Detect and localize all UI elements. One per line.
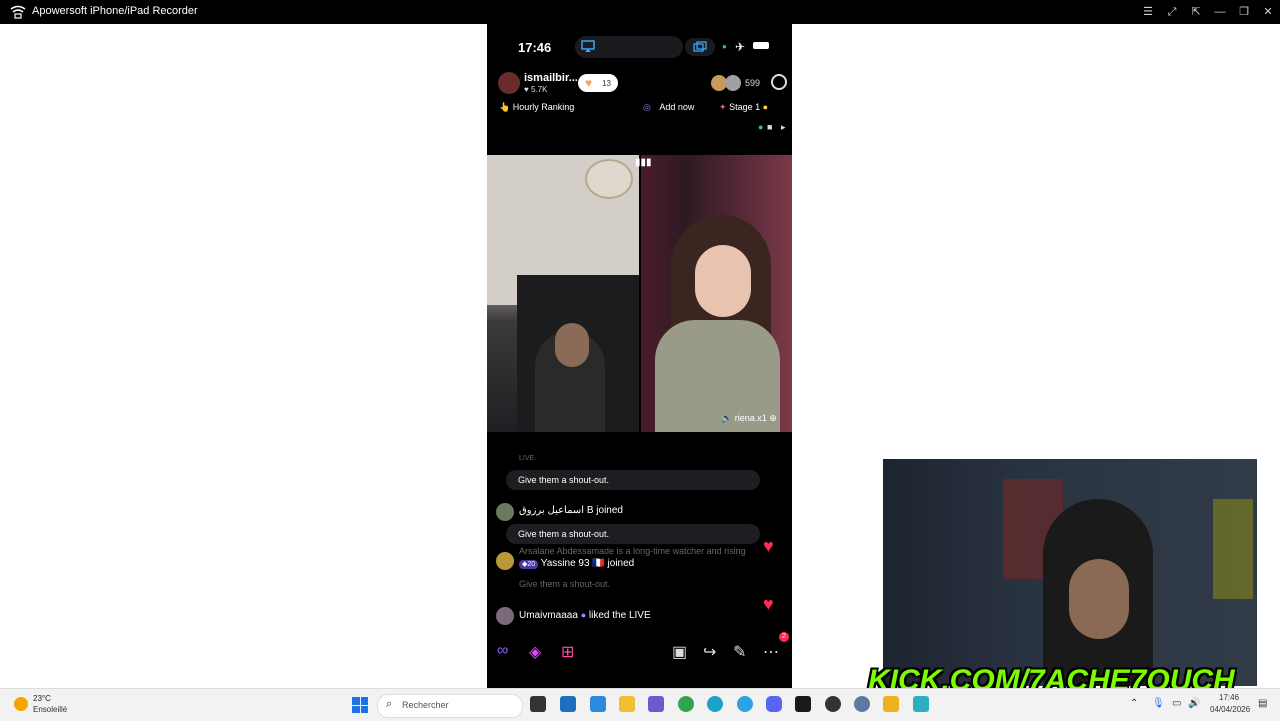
- network-icon[interactable]: ▭: [1172, 698, 1181, 709]
- host-video[interactable]: [487, 155, 639, 432]
- edit-icon[interactable]: ✎: [733, 642, 746, 662]
- active-dot-icon: ●: [722, 42, 727, 51]
- search-input[interactable]: ⌕ Rechercher: [377, 694, 523, 718]
- screen-share-icon: [693, 41, 707, 52]
- terminal-icon[interactable]: [795, 696, 811, 712]
- restore-button[interactable]: ❐: [1235, 3, 1253, 21]
- chat-avatar: [496, 607, 514, 625]
- chat-avatar: [496, 503, 514, 521]
- decorative-plate: [585, 159, 633, 199]
- camera-icon[interactable]: ■: [767, 122, 772, 132]
- mic-icon[interactable]: 🎙: [1152, 698, 1165, 709]
- chat-line-faded: Arsalane Abdessamade is a long-time watc…: [519, 546, 746, 556]
- chat-line: ◆20 Yassine 93 🇫🇷 joined: [519, 558, 634, 569]
- sun-icon[interactable]: [14, 697, 28, 711]
- like-heart-icon: ♥: [763, 594, 774, 614]
- recorder-app-icon: [10, 5, 26, 19]
- chat-pill: Give them a shout-out.: [506, 524, 760, 544]
- window-title: Apowersoft iPhone/iPad Recorder: [32, 5, 198, 17]
- taskbar-date[interactable]: 04/04/2026: [1210, 705, 1250, 714]
- guest-name-tag[interactable]: 🔈 riena.x1 ⊕: [721, 413, 777, 424]
- viewer-avatar[interactable]: [725, 75, 741, 91]
- level-badge: ◆20: [519, 560, 539, 569]
- multiguest-icon[interactable]: ◈: [529, 642, 541, 662]
- list-icon[interactable]: ☰: [1139, 3, 1157, 21]
- outlook-icon[interactable]: [590, 696, 606, 712]
- host-likes: ♥ 5.7K: [524, 85, 548, 94]
- close-button[interactable]: ✕: [1259, 3, 1277, 21]
- power-icon[interactable]: [771, 74, 787, 90]
- weather-temp[interactable]: 23°C: [33, 694, 51, 703]
- live-controls: ∞ ◈ ⊞ ▣ ↪ ✎ ⋯: [487, 638, 792, 668]
- webcam-overlay: [883, 459, 1257, 686]
- taskbar: 23°C Ensoleillé ⌕ Rechercher ⌃ 🎙 ▭ 🔊 17:…: [0, 688, 1280, 721]
- taskview-icon[interactable]: [530, 696, 546, 712]
- gift-icon: ●: [762, 102, 769, 112]
- settings-icon[interactable]: [854, 696, 870, 712]
- notification-badge: 2: [779, 632, 789, 642]
- audio-visualizer-icon: ▮▮▮: [635, 157, 652, 168]
- folder-icon[interactable]: [619, 696, 635, 712]
- share-icon[interactable]: ↪: [703, 642, 716, 662]
- warning-icon[interactable]: [883, 696, 899, 712]
- stage-indicator[interactable]: ✦ Stage 1 ●: [719, 102, 768, 113]
- expand-icon[interactable]: ⤢: [1163, 3, 1181, 21]
- chevron-right-icon[interactable]: ▸: [781, 122, 786, 133]
- dynamic-island: [575, 36, 683, 58]
- purple-badge-icon: ●: [580, 610, 587, 620]
- telegram-icon[interactable]: [737, 696, 753, 712]
- notification-icon[interactable]: ▤: [1258, 698, 1267, 709]
- chat-line-faded: Give them a shout-out.: [519, 579, 611, 589]
- host-avatar[interactable]: [498, 72, 520, 94]
- start-button[interactable]: [352, 697, 368, 713]
- teams-icon[interactable]: [648, 696, 664, 712]
- stage-icon: ✦: [719, 102, 727, 112]
- like-heart-icon: ♥: [763, 536, 774, 556]
- obs-icon[interactable]: [825, 696, 841, 712]
- search-icon: ⌕: [386, 698, 393, 710]
- phone-screen: 17:46 ● ✈ ismailbir... ♥ 5.7K ♥ 13 599 👆…: [487, 24, 792, 688]
- live-dot-icon: ●: [758, 122, 764, 132]
- chat-line: Umaivmaaaa ● liked the LIVE: [519, 610, 651, 621]
- status-time: 17:46: [518, 40, 552, 55]
- battery-icon: [753, 42, 769, 49]
- volume-icon[interactable]: 🔊: [1188, 698, 1200, 709]
- film-icon[interactable]: ▣: [672, 642, 687, 662]
- screen-mirror-icon: [581, 40, 595, 52]
- follow-count: 13: [602, 79, 611, 88]
- heart-icon: ♥: [585, 76, 593, 90]
- window-title-bar: Apowersoft iPhone/iPad Recorder ☰ ⤢ ⇱ — …: [0, 0, 1280, 24]
- chat-line-faded: LIVE.: [519, 455, 537, 462]
- chat-avatar: [496, 552, 514, 570]
- recorder-taskbar-icon[interactable]: [913, 696, 929, 712]
- host-name[interactable]: ismailbir...: [524, 72, 578, 84]
- weather-condition[interactable]: Ensoleillé: [33, 705, 67, 714]
- chrome-icon[interactable]: [678, 696, 694, 712]
- search-placeholder: Rechercher: [402, 700, 449, 710]
- hand-icon: 👆: [499, 102, 511, 112]
- hourly-ranking[interactable]: 👆 Hourly Ranking: [499, 102, 574, 113]
- airplane-icon: ✈: [735, 40, 746, 54]
- more-icon[interactable]: ⋯: [763, 642, 779, 662]
- live-video-split: ▮▮▮ 🔈 riena.x1 ⊕: [487, 155, 792, 432]
- minimize-button[interactable]: —: [1211, 3, 1229, 21]
- target-icon: ◎: [643, 102, 651, 112]
- grid-icon[interactable]: ⊞: [561, 642, 574, 662]
- pin-icon[interactable]: ⇱: [1187, 3, 1205, 21]
- chat-pill: Give them a shout-out.: [506, 470, 760, 490]
- viewer-count[interactable]: 599: [745, 78, 760, 88]
- add-circle-icon: ⊕: [769, 413, 777, 423]
- add-now-button[interactable]: ◎ Add now: [643, 102, 694, 113]
- taskbar-time[interactable]: 17:46: [1219, 693, 1239, 702]
- speaker-icon: 🔈: [721, 413, 733, 423]
- chat-line: اسماعيل برزوق B joined: [519, 505, 623, 516]
- screen-share-pill: [685, 38, 715, 56]
- follow-button[interactable]: ♥ 13: [578, 74, 618, 92]
- edge-icon[interactable]: [707, 696, 723, 712]
- tray-chevron-icon[interactable]: ⌃: [1130, 698, 1138, 709]
- loop-icon[interactable]: ∞: [497, 642, 508, 660]
- discord-icon[interactable]: [766, 696, 782, 712]
- store-icon[interactable]: [560, 696, 576, 712]
